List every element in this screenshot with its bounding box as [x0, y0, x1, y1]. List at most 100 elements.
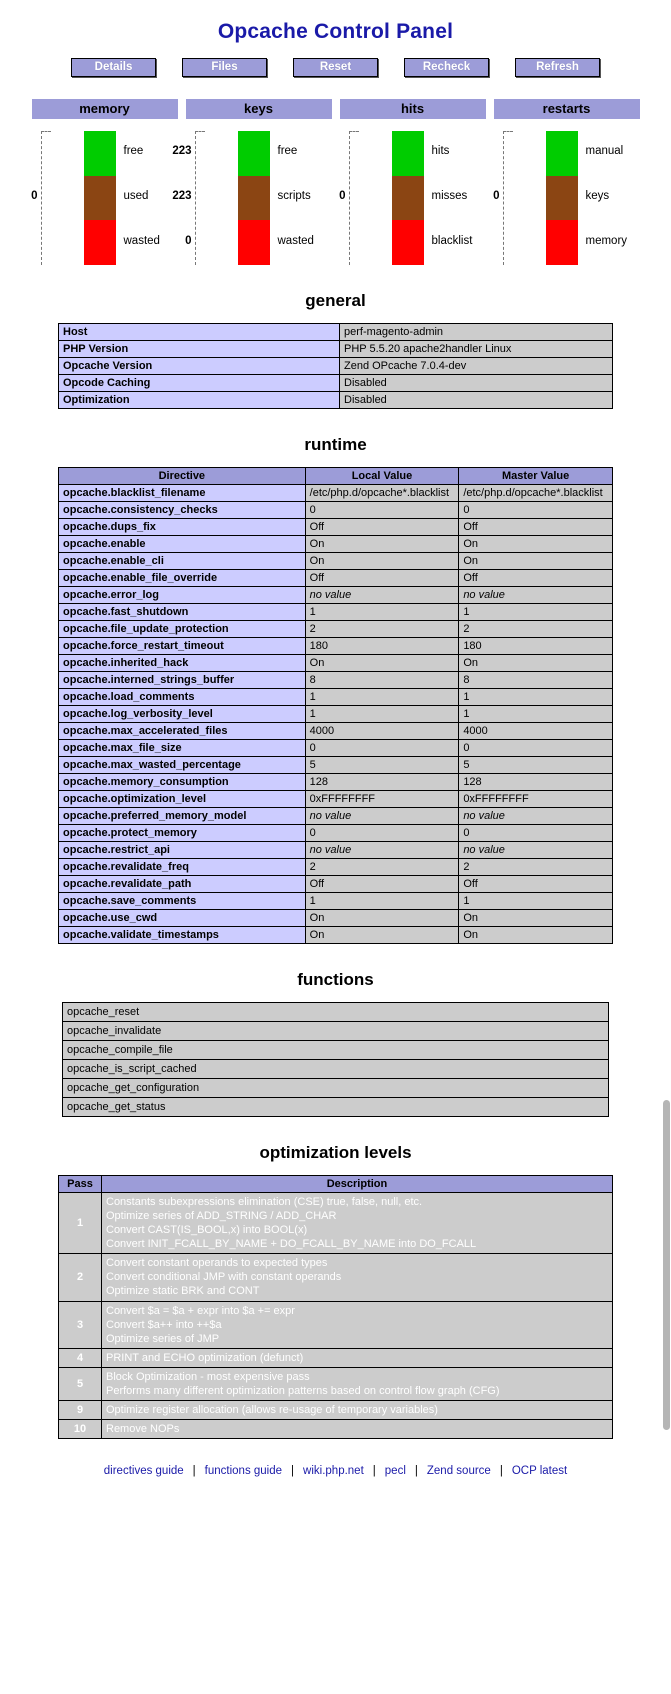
runtime-local-value: 0	[304, 824, 460, 842]
optlevel-pass: 4	[58, 1347, 102, 1368]
optimization-levels-body: 1 Constants subexpressions elimination (C…	[58, 1191, 613, 1440]
runtime-directive: opcache.max_file_size	[58, 739, 306, 757]
footer-link-functions-guide[interactable]: functions guide	[205, 1465, 282, 1477]
runtime-local-value: On	[304, 535, 460, 553]
runtime-local-value: 2	[304, 858, 460, 876]
optlevel-description: Block Optimization - most expensive pass…	[101, 1366, 613, 1402]
table-row: opcache.fast_shutdown 1 1	[58, 603, 613, 621]
general-value: Disabled	[339, 374, 613, 392]
runtime-local-value: 1	[304, 705, 460, 723]
gauge-segment-wasted	[237, 220, 270, 265]
runtime-master-value: 2	[458, 858, 613, 876]
scrollbar-thumb[interactable]	[663, 1100, 670, 1430]
table-row: opcache.max_wasted_percentage 5 5	[58, 756, 613, 774]
optlevel-description: PRINT and ECHO optimization (defunct)	[101, 1347, 613, 1368]
runtime-master-value: 0	[458, 501, 613, 519]
runtime-directive: opcache.force_restart_timeout	[58, 637, 306, 655]
table-row: opcache.preferred_memory_model no value no…	[58, 807, 613, 825]
gauge-label-hits: hits	[431, 145, 450, 158]
gauge-axis-tick	[194, 131, 205, 132]
runtime-column-header: Directive	[58, 467, 306, 485]
runtime-local-value: no value	[304, 807, 460, 825]
general-key: Opcode Caching	[58, 374, 340, 392]
gauge-label-keys: keys	[585, 190, 610, 202]
footer-links: directives guide | functions guide | wiki.ph…	[0, 1465, 671, 1477]
optlevel-description-line: Convert constant operands to expected ty…	[106, 1257, 328, 1270]
table-row: opcache.max_file_size 0 0	[58, 739, 613, 757]
optlevel-description-line: Constants subexpressions elimination (CS…	[106, 1196, 423, 1208]
gauge-title-restarts: restarts	[493, 99, 640, 119]
gauge-segment-wasted	[83, 220, 116, 265]
general-table-body: Host perf-magento-admin PHP Version PHP 5.5…	[58, 323, 613, 409]
runtime-master-value: 0	[458, 824, 613, 842]
footer-separator: |	[192, 1465, 196, 1478]
runtime-table-head: Directive Local Value Master Value	[58, 467, 613, 485]
page-scrollbar[interactable]	[662, 0, 671, 1694]
function-name: opcache_get_configuration	[62, 1078, 609, 1098]
nav-button-bar: Details Files Reset Recheck Refresh	[0, 58, 671, 77]
runtime-local-value: Off	[304, 569, 460, 587]
runtime-directive: opcache.load_comments	[58, 688, 306, 706]
nav-button-reset[interactable]: Reset	[293, 58, 378, 77]
gauge-segment-misses	[391, 175, 424, 221]
footer-link-wiki-php-net[interactable]: wiki.php.net	[303, 1465, 364, 1477]
nav-button-recheck[interactable]: Recheck	[404, 58, 489, 77]
gauge-value-keys: 0	[493, 190, 500, 202]
runtime-local-value: 0	[304, 739, 460, 757]
runtime-directive: opcache.memory_consumption	[58, 773, 306, 791]
table-row: opcache.force_restart_timeout 180 180	[58, 637, 613, 655]
table-row: Opcode Caching Disabled	[58, 374, 613, 392]
gauge-label-memory: memory	[585, 234, 628, 247]
table-row: opcache.protect_memory 0 0	[58, 824, 613, 842]
optimization-levels-head: Pass Description	[58, 1175, 613, 1193]
runtime-column-header: Master Value	[458, 467, 613, 485]
runtime-master-value: Off	[458, 518, 613, 536]
general-value: perf-magento-admin	[339, 323, 613, 341]
optlevel-description-line: PRINT and ECHO optimization (defunct)	[106, 1351, 304, 1364]
function-name: opcache_is_script_cached	[62, 1059, 609, 1079]
runtime-master-value: 4000	[458, 722, 613, 740]
gauge-value-used: 0	[31, 190, 38, 202]
footer-link-zend-source[interactable]: Zend source	[427, 1465, 491, 1477]
gauge-body-restarts: manual keys 0 memory	[493, 125, 640, 265]
footer-link-pecl[interactable]: pecl	[385, 1465, 406, 1477]
table-row: Opcache Version Zend OPcache 7.0.4-dev	[58, 357, 613, 375]
runtime-directive: opcache.optimization_level	[58, 790, 306, 808]
gauge-segment-memory	[545, 220, 578, 265]
nav-button-refresh[interactable]: Refresh	[515, 58, 600, 77]
gauge-label-used: used	[123, 190, 149, 202]
table-row: opcache_reset	[62, 1002, 609, 1022]
table-row: opcache_is_script_cached	[62, 1059, 609, 1079]
runtime-local-value: 1	[304, 688, 460, 706]
gauge-axis-tick	[40, 131, 51, 132]
runtime-directive: opcache.inherited_hack	[58, 654, 306, 672]
gauge-title-memory: memory	[31, 99, 178, 119]
functions-table: opcache_reset opcache_invalidate opcache_c…	[62, 1002, 609, 1117]
gauge-segment-free	[83, 131, 116, 176]
optlevel-pass: 10	[58, 1419, 102, 1440]
table-row: opcache_invalidate	[62, 1021, 609, 1041]
runtime-local-value: 4000	[304, 722, 460, 740]
footer-separator: |	[414, 1465, 418, 1478]
opcache-control-panel-page: Opcache Control Panel Details Files Reset R…	[0, 0, 671, 1477]
gauge-label-blacklist: blacklist	[431, 234, 473, 247]
runtime-master-value: 0xFFFFFFFF	[458, 790, 613, 808]
runtime-local-value: 5	[304, 756, 460, 774]
runtime-local-value: 8	[304, 671, 460, 689]
runtime-local-value: On	[304, 552, 460, 570]
gauge-keys: keys free 223 scripts 223 wasted 0	[172, 99, 332, 265]
optlevel-description-line: Remove NOPs	[106, 1423, 180, 1436]
runtime-master-value: 5	[458, 756, 613, 774]
optlevel-pass: 1	[58, 1191, 102, 1255]
table-row: opcache.error_log no value no value	[58, 586, 613, 604]
runtime-local-value: 180	[304, 637, 460, 655]
nav-button-files[interactable]: Files	[182, 58, 267, 77]
optlevel-description-line: Optimize series of ADD_STRING / ADD_CHAR	[106, 1210, 337, 1223]
footer-link-directives-guide[interactable]: directives guide	[104, 1465, 184, 1477]
function-name: opcache_get_status	[62, 1097, 609, 1117]
runtime-master-value: 128	[458, 773, 613, 791]
table-row: 9 Optimize register allocation (allows re…	[58, 1400, 613, 1421]
footer-link-ocp-latest[interactable]: OCP latest	[512, 1465, 567, 1477]
nav-button-details[interactable]: Details	[71, 58, 156, 77]
runtime-directive: opcache.revalidate_freq	[58, 858, 306, 876]
